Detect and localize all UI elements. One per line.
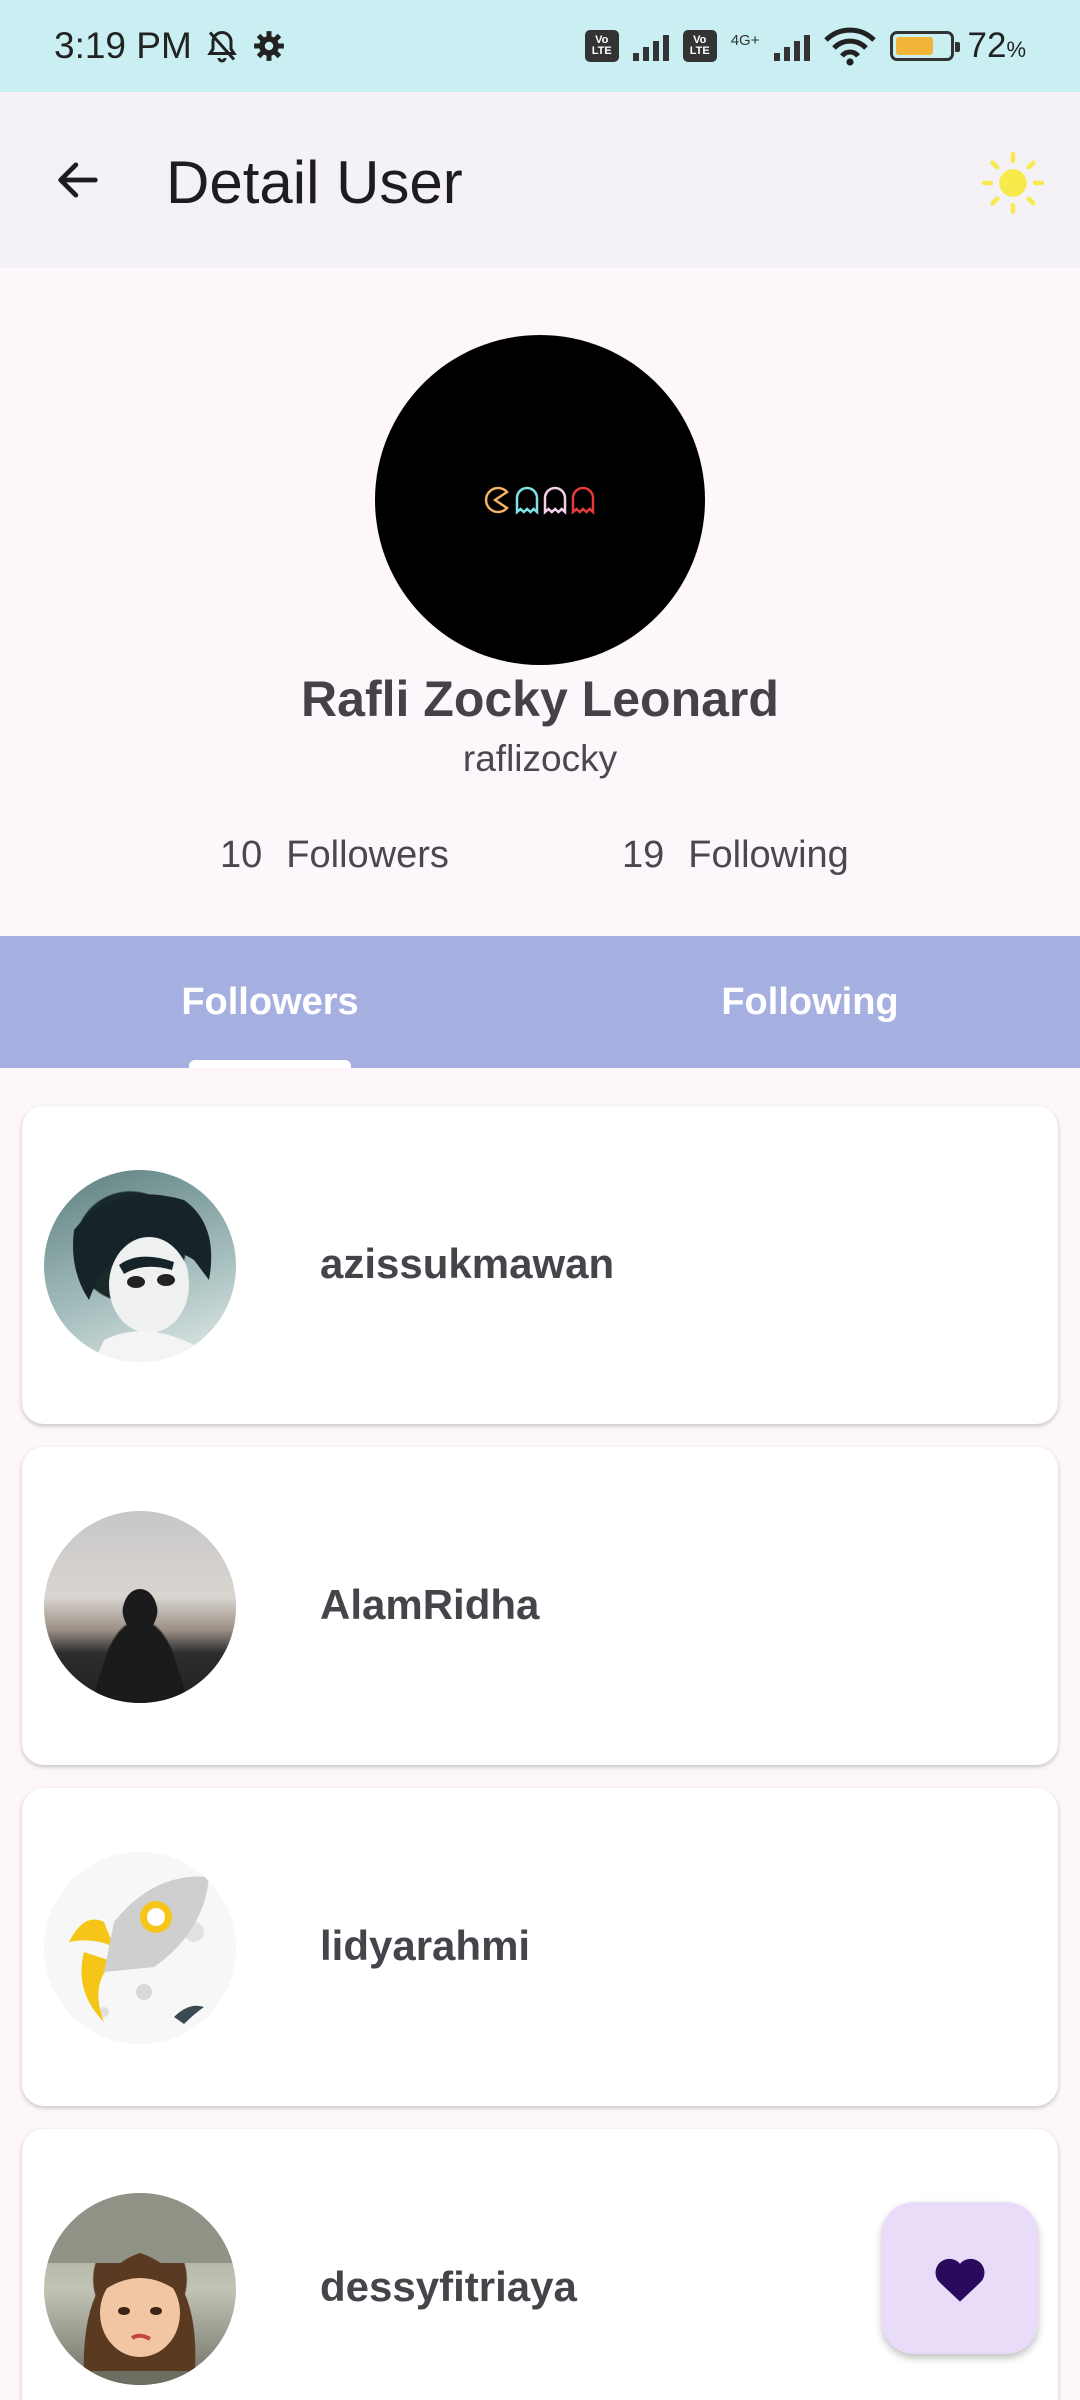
user-login: lidyarahmi	[320, 1922, 531, 1969]
following-count: 19	[622, 834, 665, 876]
battery-percent: 72%	[968, 26, 1027, 66]
following-label: Following	[688, 834, 849, 876]
user-login: dessyfitriaya	[320, 2263, 577, 2310]
volte-icon: Vo LTE	[584, 30, 619, 62]
battery-unit: %	[1006, 37, 1026, 62]
pacman-ghosts-avatar-image	[484, 486, 595, 515]
tab-selected-indicator	[189, 1060, 351, 1068]
battery-fill	[895, 37, 933, 55]
battery-value: 72	[967, 26, 1007, 65]
user-login: AlamRidha	[320, 1581, 540, 1628]
back-button[interactable]	[52, 154, 104, 206]
anime-character-avatar-image	[73, 1194, 212, 1362]
user-login: azissukmawan	[320, 1240, 615, 1287]
status-left: 3:19 PM	[54, 25, 286, 67]
anime-girl-avatar-image	[44, 2193, 236, 2385]
heart-icon	[935, 2258, 985, 2302]
tab-followers[interactable]: Followers	[0, 936, 540, 1068]
battery-icon	[889, 31, 960, 61]
status-bar: 3:19 PM Vo LTE Vo LTE 4G+ 72%	[0, 0, 1080, 92]
user-list-item[interactable]: AlamRidha	[22, 1447, 1058, 1765]
person-silhouette-avatar-image	[94, 1589, 186, 1703]
status-time: 3:19 PM	[54, 25, 192, 66]
user-avatar	[44, 2193, 236, 2385]
signal-icon	[632, 31, 669, 61]
followers-label: Followers	[286, 834, 449, 876]
volte-icon: Vo LTE	[682, 30, 717, 62]
arrow-back-icon	[58, 162, 98, 198]
status-right: Vo LTE Vo LTE 4G+ 72%	[584, 26, 1027, 66]
sun-icon	[981, 151, 1045, 215]
network-type: 4G+	[730, 32, 760, 49]
tab-bar: Followers Following	[0, 936, 1080, 1068]
favorite-fab-button[interactable]	[882, 2202, 1038, 2354]
user-avatar	[44, 1511, 236, 1703]
wifi-icon	[823, 27, 876, 66]
tab-followers-label: Followers	[181, 980, 359, 1023]
followers-stat: 10 Followers	[220, 834, 449, 877]
tab-following[interactable]: Following	[540, 936, 1080, 1068]
tab-following-label: Following	[721, 980, 899, 1023]
rocket-avatar-image	[69, 1876, 209, 2024]
followers-count: 10	[220, 834, 263, 876]
profile-name: Rafli Zocky Leonard	[301, 671, 779, 727]
profile-username: raflizocky	[462, 738, 618, 779]
theme-toggle-button[interactable]	[980, 150, 1046, 216]
user-avatar	[44, 1852, 236, 2044]
following-stat: 19 Following	[622, 834, 849, 877]
user-list-item[interactable]: lidyarahmi	[22, 1788, 1058, 2106]
user-list-item[interactable]: azissukmawan	[22, 1106, 1058, 1424]
mute-bell-icon	[206, 30, 237, 63]
app-bar: Detail User	[0, 92, 1080, 268]
signal-icon	[773, 31, 810, 61]
page-title: Detail User	[166, 149, 463, 216]
user-avatar	[44, 1170, 236, 1362]
gear-icon	[253, 31, 284, 61]
profile-avatar	[375, 335, 705, 665]
